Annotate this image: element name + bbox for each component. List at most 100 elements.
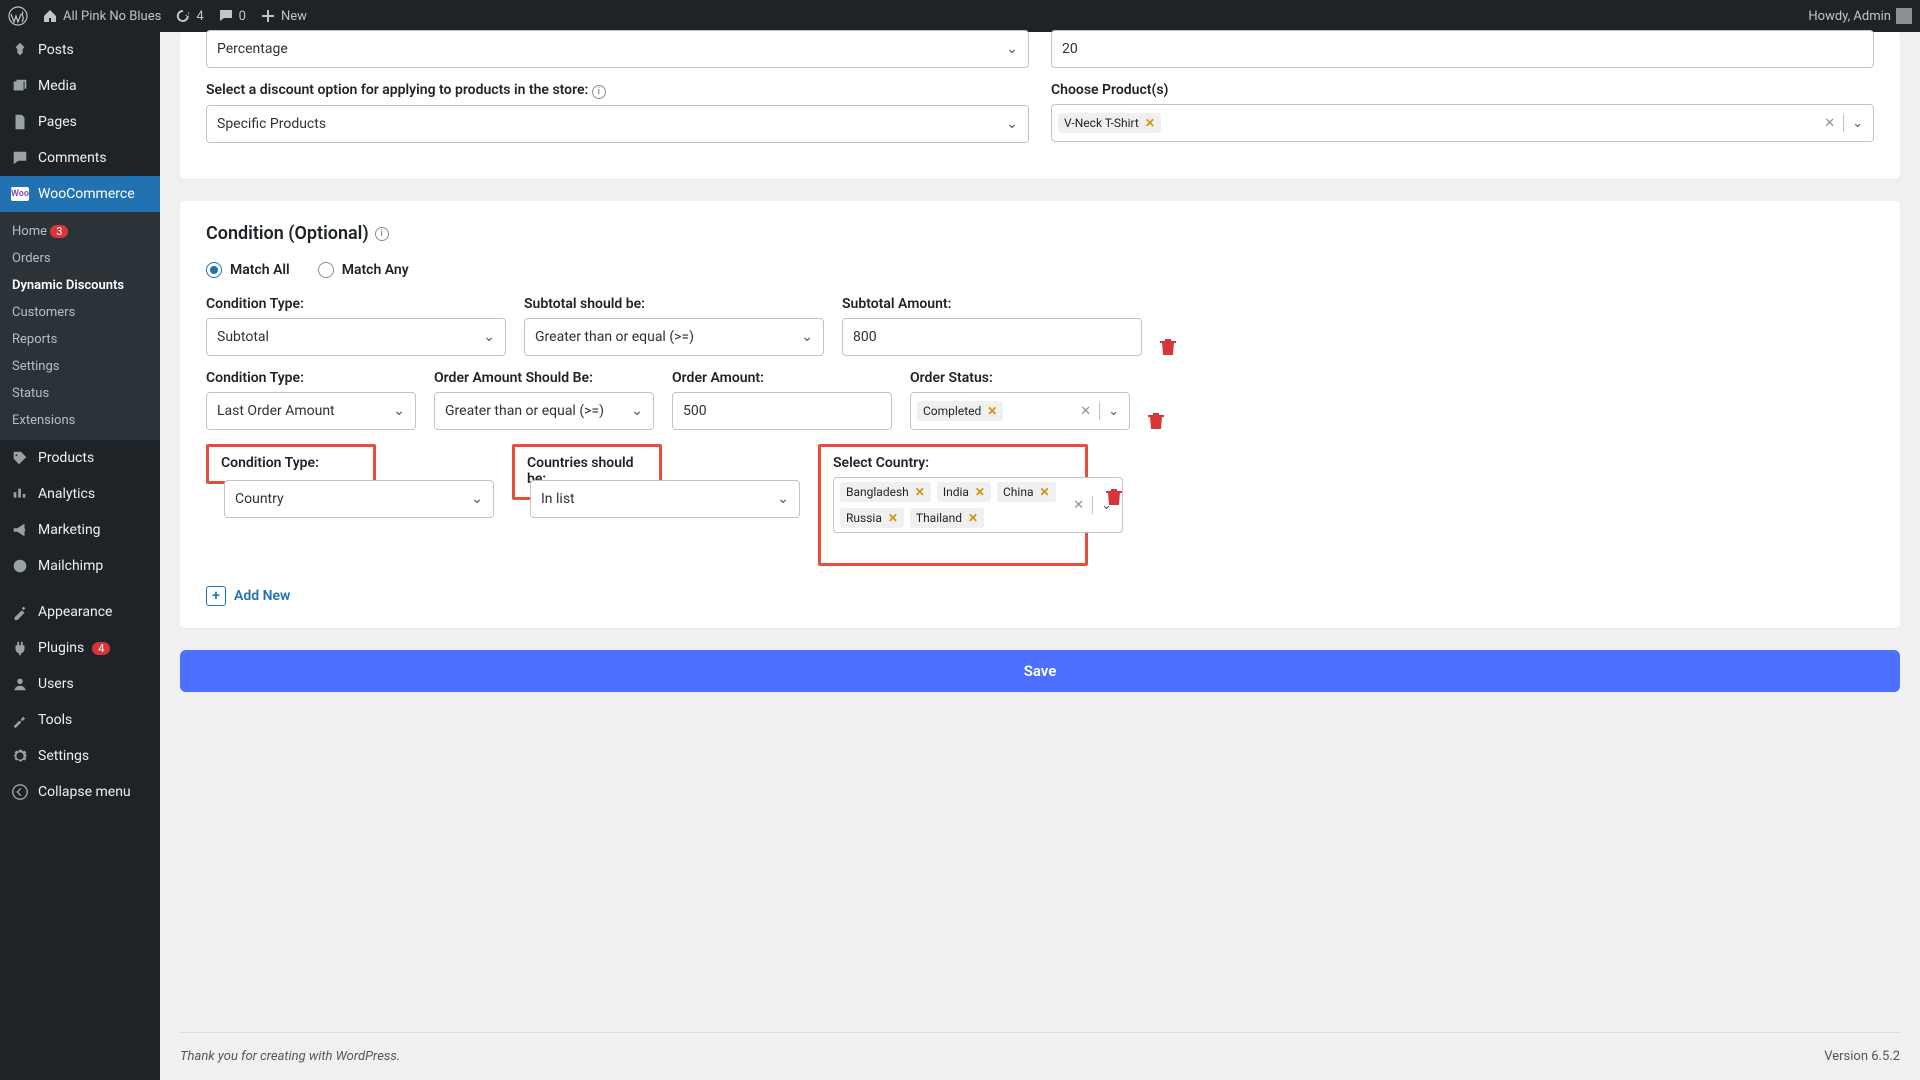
products-icon bbox=[10, 448, 30, 468]
order-operator-select[interactable]: Greater than or equal (>=)⌄ bbox=[434, 392, 654, 430]
avatar bbox=[1896, 8, 1912, 24]
select-country-multiselect[interactable]: Bangladesh✕ India✕ China✕ Russia✕ Thaila… bbox=[833, 477, 1123, 533]
menu-settings[interactable]: Settings bbox=[0, 738, 160, 774]
remove-tag-icon[interactable]: ✕ bbox=[888, 511, 898, 525]
remove-tag-icon[interactable]: ✕ bbox=[975, 485, 985, 499]
menu-posts[interactable]: Posts bbox=[0, 32, 160, 68]
condition-row-2: Condition Type: Last Order Amount⌄ Order… bbox=[206, 370, 1874, 430]
submenu-orders[interactable]: Orders bbox=[0, 245, 160, 272]
footer-thanks: Thank you for creating with WordPress. bbox=[180, 1049, 400, 1064]
match-all-radio[interactable]: Match All bbox=[206, 262, 290, 278]
menu-products[interactable]: Products bbox=[0, 440, 160, 476]
condition-type-label: Condition Type: bbox=[221, 455, 361, 471]
marketing-icon bbox=[10, 520, 30, 540]
subtotal-operator-select[interactable]: Greater than or equal (>=)⌄ bbox=[524, 318, 824, 356]
comment-icon bbox=[10, 148, 30, 168]
remove-tag-icon[interactable]: ✕ bbox=[987, 404, 997, 418]
order-status-label: Order Status: bbox=[910, 370, 1130, 386]
condition-title: Condition (Optional) i bbox=[206, 223, 1874, 244]
discount-option-select[interactable]: Specific Products ⌄ bbox=[206, 105, 1029, 143]
menu-appearance[interactable]: Appearance bbox=[0, 594, 160, 630]
remove-tag-icon[interactable]: ✕ bbox=[915, 485, 925, 499]
analytics-icon bbox=[10, 484, 30, 504]
wp-logo[interactable] bbox=[8, 6, 28, 26]
admin-bar: All Pink No Blues 4 0 New Howdy, Admin bbox=[0, 0, 1920, 32]
submenu-status[interactable]: Status bbox=[0, 380, 160, 407]
percentage-select[interactable]: Percentage ⌄ bbox=[206, 30, 1029, 68]
menu-analytics[interactable]: Analytics bbox=[0, 476, 160, 512]
submenu-dynamic-discounts[interactable]: Dynamic Discounts bbox=[0, 272, 160, 299]
menu-marketing[interactable]: Marketing bbox=[0, 512, 160, 548]
account-link[interactable]: Howdy, Admin bbox=[1808, 8, 1912, 24]
comments-link[interactable]: 0 bbox=[218, 8, 246, 24]
footer-version: Version 6.5.2 bbox=[1824, 1049, 1900, 1064]
site-name: All Pink No Blues bbox=[63, 9, 161, 24]
condition-type-label: Condition Type: bbox=[206, 370, 416, 386]
countries-operator-select[interactable]: In list⌄ bbox=[530, 480, 800, 518]
submenu-reports[interactable]: Reports bbox=[0, 326, 160, 353]
discount-option-label: Select a discount option for applying to… bbox=[206, 82, 1029, 99]
select-country-label: Select Country: bbox=[833, 455, 1073, 471]
remove-tag-icon[interactable]: ✕ bbox=[1145, 116, 1155, 130]
country-tag: India✕ bbox=[937, 482, 991, 502]
chevron-down-icon[interactable]: ⌄ bbox=[1852, 116, 1863, 131]
save-button[interactable]: Save bbox=[180, 650, 1900, 692]
delete-condition-button[interactable] bbox=[1160, 338, 1176, 356]
delete-condition-button[interactable] bbox=[1148, 412, 1164, 430]
menu-comments[interactable]: Comments bbox=[0, 140, 160, 176]
order-status-multiselect[interactable]: Completed✕ ✕⌄ bbox=[910, 392, 1130, 430]
condition-type-select[interactable]: Last Order Amount⌄ bbox=[206, 392, 416, 430]
country-tag: Russia✕ bbox=[840, 508, 904, 528]
chevron-down-icon: ⌄ bbox=[1006, 116, 1018, 132]
condition-type-select[interactable]: Country⌄ bbox=[224, 480, 494, 518]
clear-icon[interactable]: ✕ bbox=[1080, 404, 1091, 419]
footer: Thank you for creating with WordPress. V… bbox=[180, 1032, 1900, 1080]
remove-tag-icon[interactable]: ✕ bbox=[1039, 485, 1049, 499]
info-icon: i bbox=[375, 227, 389, 241]
updates-link[interactable]: 4 bbox=[175, 8, 203, 24]
subtotal-amount-label: Subtotal Amount: bbox=[842, 296, 1142, 312]
clear-icon[interactable]: ✕ bbox=[1824, 116, 1835, 131]
site-link[interactable]: All Pink No Blues bbox=[42, 8, 161, 24]
admin-sidebar: Posts Media Pages Comments Woo WooCommer… bbox=[0, 32, 160, 1080]
submenu-settings[interactable]: Settings bbox=[0, 353, 160, 380]
choose-products-multiselect[interactable]: V-Neck T-Shirt✕ ✕⌄ bbox=[1051, 104, 1874, 142]
percentage-value: Percentage bbox=[217, 41, 288, 57]
menu-mailchimp[interactable]: Mailchimp bbox=[0, 548, 160, 584]
delete-condition-button[interactable] bbox=[1106, 488, 1122, 506]
menu-media[interactable]: Media bbox=[0, 68, 160, 104]
submenu-home[interactable]: Home 3 bbox=[0, 218, 160, 245]
clear-icon[interactable]: ✕ bbox=[1073, 498, 1084, 513]
condition-type-select[interactable]: Subtotal⌄ bbox=[206, 318, 506, 356]
plus-icon: + bbox=[206, 586, 226, 606]
country-tag: Thailand✕ bbox=[910, 508, 984, 528]
radio-icon bbox=[318, 262, 334, 278]
pin-icon bbox=[10, 40, 30, 60]
subtotal-operator-label: Subtotal should be: bbox=[524, 296, 824, 312]
menu-woocommerce[interactable]: Woo WooCommerce bbox=[0, 176, 160, 212]
menu-users[interactable]: Users bbox=[0, 666, 160, 702]
remove-tag-icon[interactable]: ✕ bbox=[968, 511, 978, 525]
new-label: New bbox=[281, 9, 307, 24]
submenu-customers[interactable]: Customers bbox=[0, 299, 160, 326]
highlight-condition-type: Condition Type: bbox=[206, 444, 376, 484]
home-badge: 3 bbox=[50, 225, 68, 238]
chevron-down-icon: ⌄ bbox=[801, 329, 813, 345]
menu-plugins[interactable]: Plugins 4 bbox=[0, 630, 160, 666]
add-new-condition-button[interactable]: + Add New bbox=[206, 586, 290, 606]
subtotal-amount-input[interactable]: 800 bbox=[842, 318, 1142, 356]
menu-tools[interactable]: Tools bbox=[0, 702, 160, 738]
refresh-icon bbox=[175, 8, 191, 24]
menu-pages[interactable]: Pages bbox=[0, 104, 160, 140]
collapse-menu[interactable]: Collapse menu bbox=[0, 774, 160, 810]
radio-icon bbox=[206, 262, 222, 278]
chevron-down-icon[interactable]: ⌄ bbox=[1108, 404, 1119, 419]
order-amount-input[interactable]: 500 bbox=[672, 392, 892, 430]
percentage-amount-input[interactable]: 20 bbox=[1051, 30, 1874, 68]
chevron-down-icon: ⌄ bbox=[777, 491, 789, 507]
submenu-extensions[interactable]: Extensions bbox=[0, 407, 160, 434]
users-icon bbox=[10, 674, 30, 694]
new-link[interactable]: New bbox=[260, 8, 307, 24]
info-icon: i bbox=[592, 85, 606, 99]
match-any-radio[interactable]: Match Any bbox=[318, 262, 409, 278]
